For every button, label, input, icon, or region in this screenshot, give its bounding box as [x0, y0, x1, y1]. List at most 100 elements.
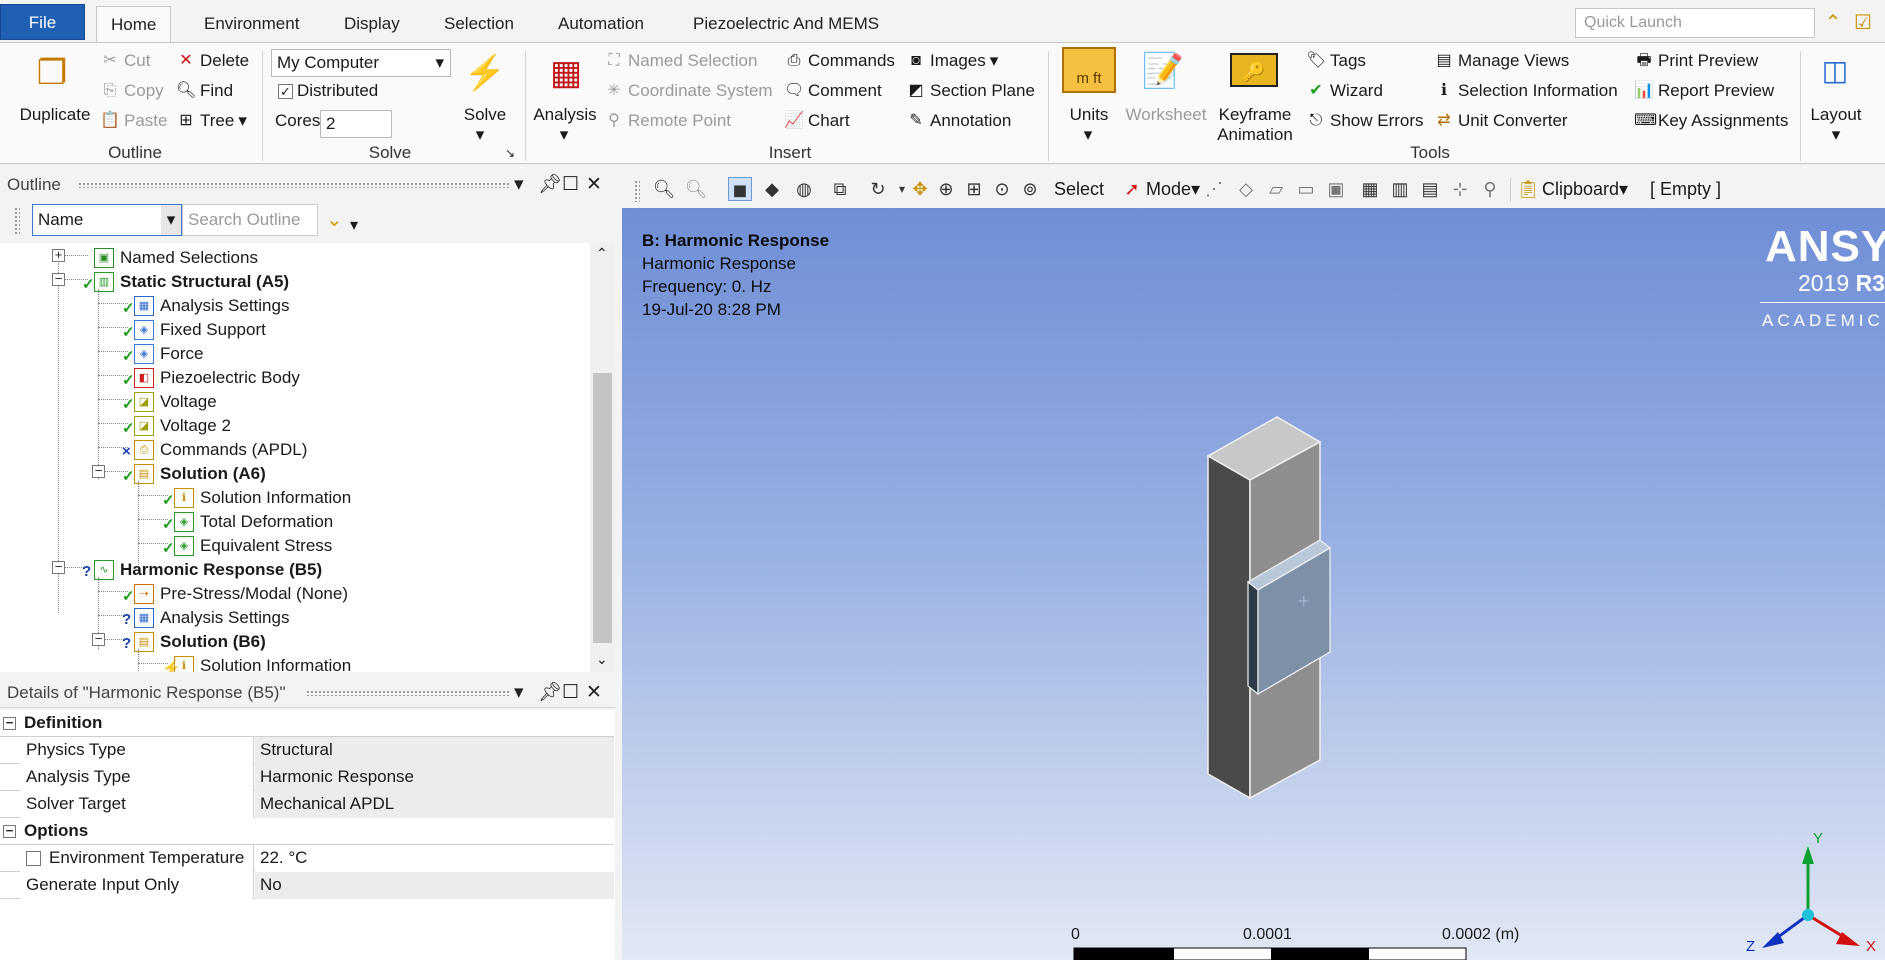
- print-preview-button[interactable]: 🖶 Print Preview: [1634, 51, 1758, 71]
- chevron-down-icon[interactable]: ▾: [554, 125, 574, 145]
- maximize-icon[interactable]: ☐: [562, 170, 579, 200]
- details-property-value[interactable]: Mechanical APDL: [255, 791, 614, 818]
- tree-item-static-structural-a5[interactable]: ▥ Static Structural (A5): [94, 270, 289, 294]
- scroll-up-icon[interactable]: ⌃: [596, 245, 608, 262]
- dialog-launcher-icon[interactable]: ↘: [500, 143, 520, 163]
- close-icon[interactable]: ✕: [586, 678, 602, 708]
- tab-automation[interactable]: Automation: [558, 6, 644, 42]
- keyframe-animation-button[interactable]: Keyframe Animation: [1212, 105, 1298, 145]
- pane-grip[interactable]: [78, 182, 510, 188]
- pin-icon[interactable]: 📌︎: [538, 170, 562, 200]
- tab-selection[interactable]: Selection: [444, 6, 514, 42]
- scroll-down-icon[interactable]: ⌄: [596, 651, 608, 668]
- tree-item-force[interactable]: ◈ Force: [134, 342, 203, 366]
- quick-access-icon[interactable]: ☑: [1850, 10, 1876, 36]
- solve-button[interactable]: Solve: [452, 105, 518, 125]
- view-select-icon[interactable]: ⧉: [828, 177, 852, 201]
- toolbar-grip[interactable]: [634, 180, 640, 202]
- images-button[interactable]: ◙ Images ▾: [906, 51, 998, 71]
- select-node-icon[interactable]: ▣: [1324, 177, 1348, 201]
- outline-scrollbar[interactable]: ⌃ ⌄: [590, 243, 615, 672]
- tab-environment[interactable]: Environment: [204, 6, 299, 42]
- maximize-icon[interactable]: ☐: [562, 678, 579, 708]
- tree-item-pre-stress-modal[interactable]: ⇢ Pre-Stress/Modal (None): [134, 582, 348, 606]
- coordinate-system-button[interactable]: ✳ Coordinate System: [604, 81, 772, 101]
- collapse-icon[interactable]: −: [3, 716, 16, 730]
- parameter-checkbox[interactable]: [26, 851, 41, 867]
- tab-piezoelectric-and-mems[interactable]: Piezoelectric And MEMS: [693, 6, 879, 42]
- display-solid-icon[interactable]: ◼: [728, 177, 752, 201]
- zoom-out-icon[interactable]: 🔍︎: [684, 177, 708, 201]
- tab-display[interactable]: Display: [344, 6, 400, 42]
- tree-item-solution-b6[interactable]: ▤ Solution (B6): [134, 630, 266, 654]
- cores-input[interactable]: 2: [320, 110, 392, 138]
- select-face-icon[interactable]: ▱: [1264, 177, 1288, 201]
- section-plane-button[interactable]: ◩ Section Plane: [906, 81, 1034, 101]
- chevron-down-icon[interactable]: ▾: [1078, 125, 1098, 145]
- chart-button[interactable]: 📈 Chart: [784, 111, 850, 131]
- details-property-value[interactable]: 22. °C: [255, 845, 614, 872]
- tree-button[interactable]: ⊞ Tree ▾: [176, 111, 247, 131]
- tree-item-analysis-settings[interactable]: ▦ Analysis Settings: [134, 294, 289, 318]
- filter-chevron-icon[interactable]: ⌄: [326, 207, 343, 232]
- details-category-definition[interactable]: − Definition: [0, 710, 614, 737]
- show-errors-button[interactable]: ⎋ Show Errors: [1306, 111, 1424, 131]
- pane-grip[interactable]: [306, 690, 510, 696]
- details-property-value[interactable]: Structural: [255, 737, 614, 764]
- solve-target-dropdown[interactable]: My Computer ▾: [271, 49, 451, 77]
- collapse-icon[interactable]: −: [3, 824, 16, 838]
- tree-item-named-selections[interactable]: ▣ Named Selections: [94, 246, 258, 270]
- quick-launch-input[interactable]: Quick Launch: [1575, 8, 1815, 38]
- tags-button[interactable]: 🏷 Tags: [1306, 51, 1366, 71]
- piezo-model[interactable]: +: [1206, 416, 1332, 800]
- copy-button[interactable]: ⎘ Copy: [100, 81, 164, 101]
- collapse-icon[interactable]: −: [52, 272, 65, 286]
- pin-icon[interactable]: 📌︎: [538, 678, 562, 708]
- tab-home[interactable]: Home: [96, 6, 172, 42]
- tree-item-solution-a6[interactable]: ▤ Solution (A6): [134, 462, 266, 486]
- graphics-viewport[interactable]: B: Harmonic Response Harmonic Response F…: [622, 208, 1885, 960]
- manage-views-button[interactable]: ▤ Manage Views: [1434, 51, 1569, 71]
- select-label[interactable]: Select: [1054, 179, 1104, 200]
- rotate-icon[interactable]: ↻: [866, 177, 890, 201]
- named-selection-button[interactable]: ⛶ Named Selection: [604, 51, 757, 71]
- zoom-to-fit-icon[interactable]: 🔍︎: [652, 177, 676, 201]
- select-body-icon[interactable]: ▭: [1294, 177, 1318, 201]
- chevron-down-icon[interactable]: ▾: [350, 215, 358, 235]
- cut-button[interactable]: ✂ Cut: [100, 51, 150, 71]
- file-menu-tab[interactable]: File: [0, 4, 85, 40]
- clipboard-dropdown[interactable]: Clipboard▾: [1542, 179, 1628, 200]
- select-element-face-icon[interactable]: ▥: [1388, 177, 1412, 201]
- tree-item-equivalent-stress[interactable]: ◈ Equivalent Stress: [174, 534, 332, 558]
- tree-item-commands-apdl[interactable]: ⎙ Commands (APDL): [134, 438, 307, 462]
- key-assignments-button[interactable]: ⌨ Key Assignments: [1634, 111, 1788, 131]
- commands-button[interactable]: ⎙ Commands: [784, 51, 895, 71]
- pane-menu-dropdown-icon[interactable]: ▾: [514, 678, 524, 708]
- display-wire-icon[interactable]: ◆: [760, 177, 784, 201]
- pan-icon[interactable]: ✥: [908, 177, 932, 201]
- select-edge-icon[interactable]: ◇: [1234, 177, 1258, 201]
- details-category-options[interactable]: − Options: [0, 818, 614, 845]
- tree-item-solution-information[interactable]: ℹ Solution Information: [174, 654, 351, 672]
- details-property-value[interactable]: Harmonic Response: [255, 764, 614, 791]
- pane-menu-dropdown-icon[interactable]: ▾: [514, 170, 524, 200]
- zoom-icon[interactable]: ⊕: [934, 177, 958, 201]
- tree-item-voltage-2[interactable]: ◪ Voltage 2: [134, 414, 231, 438]
- tree-item-fixed-support[interactable]: ◈ Fixed Support: [134, 318, 266, 342]
- delete-button[interactable]: ✕ Delete: [176, 51, 249, 71]
- close-icon[interactable]: ✕: [586, 170, 602, 200]
- unit-converter-button[interactable]: ⇄ Unit Converter: [1434, 111, 1567, 131]
- units-button[interactable]: Units: [1060, 105, 1118, 125]
- comment-button[interactable]: 🗨 Comment: [784, 81, 882, 101]
- box-zoom-icon[interactable]: ⊞: [962, 177, 986, 201]
- selection-information-button[interactable]: ℹ Selection Information: [1434, 81, 1618, 101]
- select-mode-dropdown[interactable]: Mode▾: [1146, 179, 1200, 200]
- expand-icon[interactable]: +: [52, 248, 65, 262]
- select-vertex-icon[interactable]: ⋰: [1202, 177, 1226, 201]
- collapse-icon[interactable]: −: [52, 560, 65, 574]
- tree-item-piezoelectric-body[interactable]: ◧ Piezoelectric Body: [134, 366, 300, 390]
- scroll-thumb[interactable]: [593, 373, 612, 643]
- find-button[interactable]: 🔍︎ Find: [176, 81, 233, 101]
- coordinate-axes-icon[interactable]: ⊹: [1448, 177, 1472, 201]
- solve-dropdown-icon[interactable]: ▾: [470, 125, 490, 145]
